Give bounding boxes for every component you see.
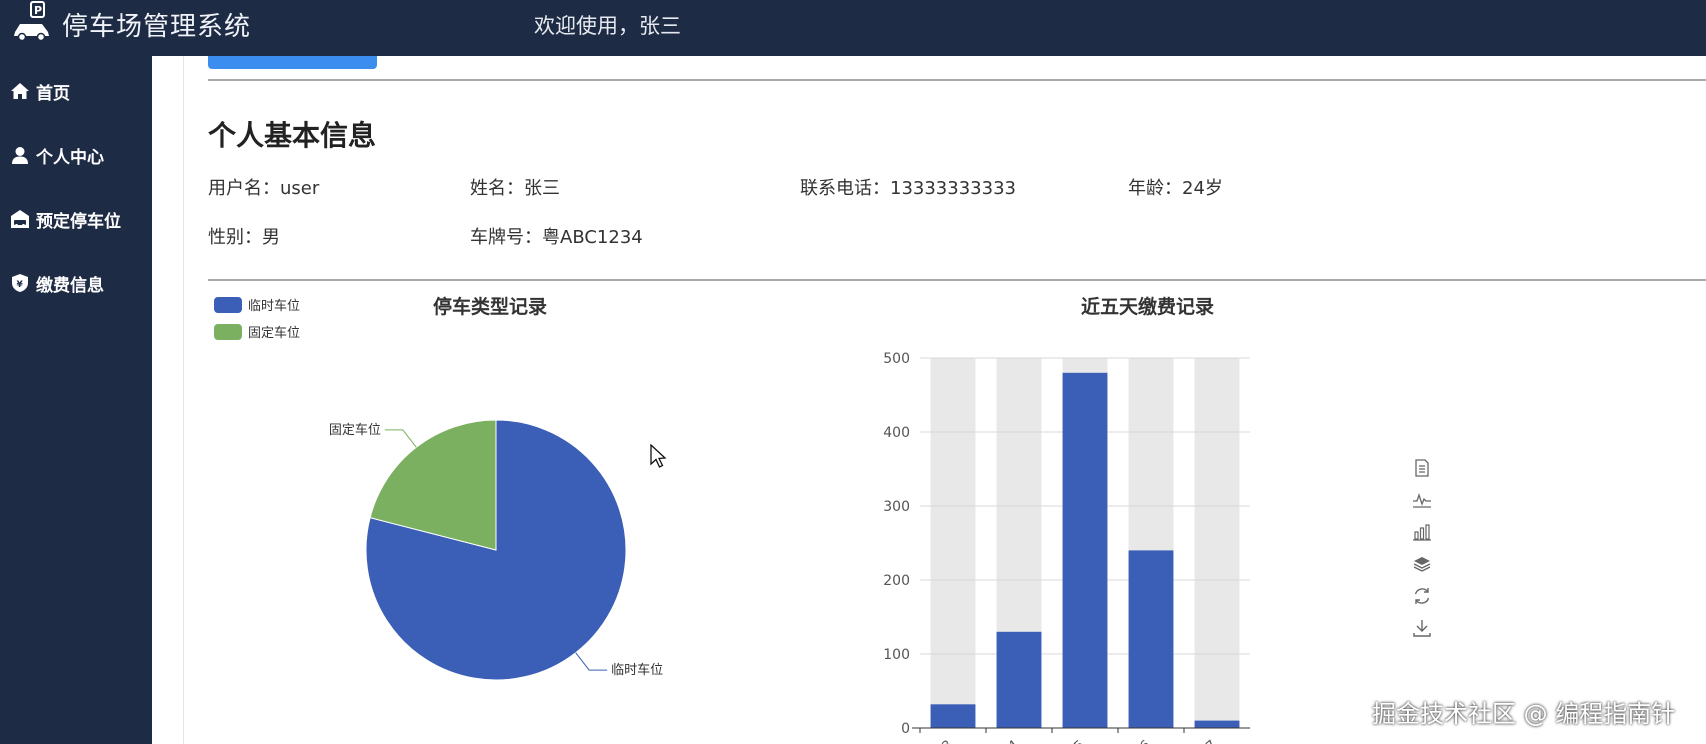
page-title: 个人基本信息 bbox=[208, 119, 377, 152]
pie-label-line bbox=[384, 429, 417, 448]
username-field: 用户名：user bbox=[208, 178, 320, 199]
welcome-text: 欢迎使用，张三 bbox=[534, 14, 681, 38]
y-tick-label: 300 bbox=[883, 499, 910, 515]
legend-swatch bbox=[214, 323, 242, 340]
user-icon bbox=[12, 147, 28, 164]
pie-chart: 临时车位 固定车位 bbox=[329, 419, 663, 681]
section-divider-top bbox=[208, 79, 1706, 81]
x-tick-label: 14 bbox=[999, 738, 1021, 744]
legend-swatch bbox=[214, 296, 242, 313]
x-tick-label: 13 bbox=[933, 738, 955, 744]
legend-label: 固定车位 bbox=[248, 326, 301, 341]
line-chart-icon[interactable] bbox=[1412, 490, 1432, 510]
bar-chart-icon[interactable] bbox=[1412, 522, 1432, 542]
bar[interactable] bbox=[1062, 372, 1108, 728]
bar-background bbox=[930, 358, 976, 728]
bar-background bbox=[1194, 358, 1240, 728]
x-tick-label: 15 bbox=[1065, 738, 1087, 744]
y-tick-label: 200 bbox=[883, 573, 910, 589]
bar[interactable] bbox=[930, 704, 976, 728]
svg-text:P: P bbox=[34, 4, 42, 17]
age-field: 年龄：24岁 bbox=[1128, 178, 1223, 199]
bar-chart-title: 近五天缴费记录 bbox=[1081, 296, 1215, 318]
content-divider bbox=[183, 56, 184, 744]
section-divider-bottom bbox=[208, 279, 1706, 281]
sidebar: 首页 个人中心 预定停车位 ¥ 缴费信息 bbox=[0, 56, 152, 744]
gender-field: 性别：男 bbox=[208, 227, 280, 248]
sidebar-item-label: 预定停车位 bbox=[36, 211, 121, 232]
chart-toolbox bbox=[1412, 458, 1434, 650]
bar[interactable] bbox=[1194, 720, 1240, 728]
bar[interactable] bbox=[996, 631, 1042, 728]
stack-icon[interactable] bbox=[1412, 554, 1432, 574]
pie-label-line bbox=[575, 652, 608, 671]
sidebar-item-reserve[interactable]: 预定停车位 bbox=[10, 204, 121, 234]
name-field: 姓名：张三 bbox=[470, 178, 560, 199]
pie-legend-item[interactable]: 固定车位 bbox=[214, 322, 300, 341]
y-tick-label: 0 bbox=[901, 721, 910, 737]
sidebar-item-profile[interactable]: 个人中心 bbox=[10, 140, 104, 170]
y-tick-label: 400 bbox=[883, 425, 910, 441]
bar-chart: 0 100 200 300 400 500 13 14 15 16 17 bbox=[883, 351, 1250, 744]
mouse-cursor-icon bbox=[650, 444, 667, 468]
sidebar-item-home[interactable]: 首页 bbox=[10, 76, 70, 106]
x-tick-label: 16 bbox=[1131, 738, 1153, 744]
home-icon bbox=[11, 83, 29, 99]
parking-garage-icon bbox=[11, 210, 29, 228]
pie-slice-label: 临时车位 bbox=[611, 662, 663, 678]
restore-icon[interactable] bbox=[1412, 586, 1432, 606]
watermark: 掘金技术社区 @ 编程指南针 bbox=[1372, 700, 1676, 728]
svg-text:¥: ¥ bbox=[17, 280, 24, 290]
parking-car-logo-icon: P bbox=[14, 1, 49, 42]
sidebar-item-label: 个人中心 bbox=[36, 147, 104, 168]
top-bar: P 停车场管理系统 欢迎使用，张三 bbox=[0, 0, 1706, 56]
y-tick-label: 100 bbox=[883, 647, 910, 663]
sidebar-item-payment[interactable]: ¥ 缴费信息 bbox=[10, 268, 104, 298]
payment-shield-icon: ¥ bbox=[12, 274, 28, 292]
y-tick-label: 500 bbox=[883, 351, 910, 367]
legend-label: 临时车位 bbox=[248, 299, 301, 314]
plate-field: 车牌号：粤ABC1234 bbox=[470, 227, 643, 248]
phone-field: 联系电话：13333333333 bbox=[800, 178, 1016, 199]
app-title: 停车场管理系统 bbox=[62, 12, 252, 42]
save-image-icon[interactable] bbox=[1412, 618, 1432, 638]
pie-slice-label: 固定车位 bbox=[329, 422, 381, 438]
sidebar-item-label: 首页 bbox=[36, 83, 70, 104]
x-tick-label: 17 bbox=[1197, 738, 1219, 744]
data-view-icon[interactable] bbox=[1412, 458, 1432, 478]
pie-chart-title: 停车类型记录 bbox=[433, 296, 548, 318]
sidebar-item-label: 缴费信息 bbox=[36, 275, 104, 296]
bar[interactable] bbox=[1128, 550, 1174, 728]
pie-legend-item[interactable]: 临时车位 bbox=[214, 295, 300, 314]
top-action-button[interactable] bbox=[208, 56, 377, 69]
